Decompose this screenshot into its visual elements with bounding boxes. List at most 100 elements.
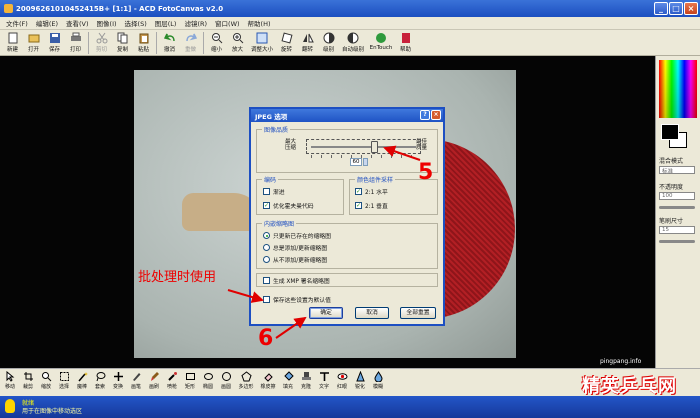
entouch-button[interactable]: EnTouch [367, 30, 395, 55]
tool-blur[interactable]: 模糊 [369, 369, 387, 395]
entouch-icon [376, 33, 386, 43]
menu-select[interactable]: 选择(S) [121, 18, 151, 28]
menu-window[interactable]: 窗口(W) [211, 18, 244, 28]
tool-pen[interactable]: 画笔 [127, 369, 145, 395]
crop-icon [23, 372, 33, 381]
quality-slider[interactable] [306, 139, 421, 154]
dialog-help-button[interactable]: ? [420, 110, 430, 120]
menu-view[interactable]: 查看(V) [62, 18, 93, 28]
color-spectrum[interactable] [659, 60, 697, 118]
never-add-radio-button[interactable] [263, 256, 270, 263]
resize-button[interactable]: 调整大小 [248, 30, 276, 55]
levels-button[interactable]: 级别 [318, 30, 339, 55]
generate-xmp-checkbox[interactable]: 生成 XMP 署名缩略图 [263, 276, 330, 285]
vertical-sampling-checkbox[interactable]: ✓ 2:1 垂直 [355, 201, 388, 210]
help-button[interactable]: 帮助 [395, 30, 416, 55]
close-button[interactable]: × [684, 2, 698, 15]
open-button[interactable]: 打开 [23, 30, 44, 55]
horizontal-sampling-checkbox[interactable]: ✓ 2:1 水平 [355, 187, 388, 196]
optimize-huffman-check-box[interactable]: ✓ [263, 202, 270, 209]
undo-icon [163, 33, 175, 42]
tool-sharpen[interactable]: 锐化 [351, 369, 369, 395]
reset-all-button[interactable]: 全部重置 [400, 307, 436, 319]
magic-wand-icon [77, 372, 88, 382]
pen-icon [132, 373, 140, 381]
status-bar: 就绪 用于在图像中移动选区 [0, 396, 700, 418]
brush-icon [150, 372, 159, 381]
undo-button[interactable]: 撤消 [159, 30, 180, 55]
tool-select[interactable]: 选择 [55, 369, 73, 395]
maximize-button[interactable]: □ [669, 2, 683, 15]
ok-button[interactable]: 确定 [309, 307, 343, 319]
horizontal-check-box[interactable]: ✓ [355, 188, 362, 195]
tool-red-eye[interactable]: 红眼 [333, 369, 351, 395]
tool-magic-wand[interactable]: 魔棒 [73, 369, 91, 395]
blend-mode-select[interactable]: 标准 [659, 166, 695, 175]
opacity-field[interactable]: 100 [659, 192, 695, 200]
quality-value-field[interactable]: 60 [350, 158, 362, 166]
save-default-checkbox[interactable]: 保存这些设置为默认值 [263, 295, 331, 304]
optimize-huffman-checkbox[interactable]: ✓ 优化霍夫曼代码 [263, 201, 314, 210]
rotate-button[interactable]: 旋转 [276, 30, 297, 55]
menu-file[interactable]: 文件(F) [2, 18, 32, 28]
tool-zoom[interactable]: 缩放 [37, 369, 55, 395]
tool-eraser[interactable]: 橡皮擦 [257, 369, 279, 395]
menu-filter[interactable]: 滤镜(R) [180, 18, 211, 28]
tool-text[interactable]: 文字 [315, 369, 333, 395]
save-button[interactable]: 保存 [44, 30, 65, 55]
foreground-color-swatch[interactable] [661, 124, 679, 140]
vertical-check-box[interactable]: ✓ [355, 202, 362, 209]
save-default-check-box[interactable] [263, 296, 270, 303]
new-button[interactable]: 新建 [2, 30, 23, 55]
tool-circle[interactable]: 画圆 [217, 369, 235, 395]
tool-clone[interactable]: 克隆 [297, 369, 315, 395]
opacity-slider[interactable] [659, 206, 695, 209]
menu-edit[interactable]: 编辑(E) [32, 18, 62, 28]
transform-icon [113, 372, 123, 381]
always-add-radio-button[interactable] [263, 244, 270, 251]
brush-size-field[interactable]: 15 [659, 226, 695, 234]
tool-transform[interactable]: 变换 [109, 369, 127, 395]
dialog-close-button[interactable]: × [431, 110, 441, 120]
quality-spinner[interactable] [363, 158, 368, 166]
minimize-button[interactable]: _ [654, 2, 668, 15]
tool-rectangle[interactable]: 矩形 [181, 369, 199, 395]
update-existing-radio[interactable]: 只更新已存在的缩略图 [263, 231, 331, 240]
paste-button[interactable]: 粘贴 [133, 30, 154, 55]
quality-slider-thumb[interactable] [371, 141, 378, 153]
cancel-button[interactable]: 取消 [355, 307, 389, 319]
progressive-checkbox[interactable]: 渐进 [263, 187, 285, 196]
progressive-check-box[interactable] [263, 188, 270, 195]
scissors-icon [96, 32, 107, 44]
print-button[interactable]: 打印 [65, 30, 86, 55]
menu-help[interactable]: 帮助(H) [244, 18, 275, 28]
menu-layer[interactable]: 图层(L) [151, 18, 181, 28]
circle-icon [221, 372, 231, 381]
tool-ellipse[interactable]: 椭圆 [199, 369, 217, 395]
tool-brush[interactable]: 画刷 [145, 369, 163, 395]
brush-size-slider[interactable] [659, 240, 695, 243]
update-existing-radio-button[interactable] [263, 232, 270, 239]
tool-lasso[interactable]: 套索 [91, 369, 109, 395]
zoom-out-icon [211, 33, 222, 44]
redo-button[interactable]: 重做 [180, 30, 201, 55]
zoom-out-button[interactable]: 缩小 [206, 30, 227, 55]
tool-airbrush[interactable]: 喷枪 [163, 369, 181, 395]
auto-levels-icon [347, 32, 359, 44]
copy-button[interactable]: 复制 [112, 30, 133, 55]
flip-button[interactable]: 翻转 [297, 30, 318, 55]
auto-levels-button[interactable]: 自动级别 [339, 30, 367, 55]
tool-crop[interactable]: 裁剪 [19, 369, 37, 395]
tool-move[interactable]: 移动 [1, 369, 19, 395]
zoom-in-button[interactable]: 放大 [227, 30, 248, 55]
never-add-radio[interactable]: 从不添加/更新缩略图 [263, 255, 327, 264]
cut-button[interactable]: 剪切 [91, 30, 112, 55]
menu-image[interactable]: 图像(I) [93, 18, 121, 28]
text-tool-icon [319, 372, 329, 381]
tool-polygon[interactable]: 多边形 [235, 369, 257, 395]
generate-xmp-check-box[interactable] [263, 277, 270, 284]
resize-icon [256, 32, 268, 44]
tool-fill[interactable]: 填充 [279, 369, 297, 395]
always-add-radio[interactable]: 总是添加/更新缩略图 [263, 243, 327, 252]
blur-drop-icon [373, 371, 383, 382]
